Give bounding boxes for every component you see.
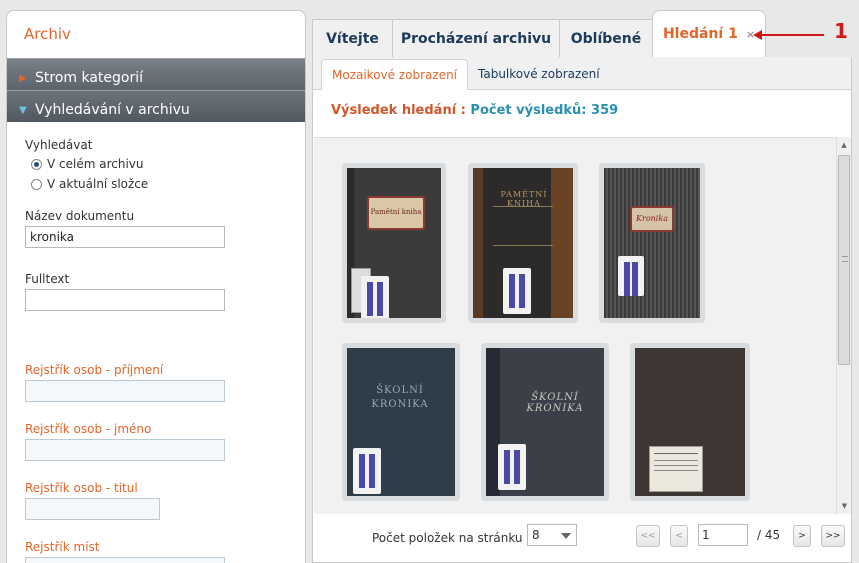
shelf-sticker — [503, 268, 531, 314]
scroll-up-icon[interactable]: ▲ — [837, 137, 851, 153]
accordion-label: Vyhledávání v archivu — [35, 102, 190, 118]
tab-label: Procházení archivu — [400, 30, 552, 47]
thumbnail-gallery: Pamětní kniha PAMĚTNÍ KNIHA Kronika ŠKOL… — [314, 137, 838, 514]
annotation-arrow-line — [758, 34, 824, 36]
search-result-summary: Výsledek hledání : Počet výsledků: 359 — [313, 90, 851, 135]
accordion-category-tree[interactable]: ▶ Strom kategorií — [7, 58, 305, 90]
tab-search-1[interactable]: Hledání 1 × — [652, 10, 766, 57]
tab-content: Mozaikové zobrazení Tabulkové zobrazení … — [312, 57, 852, 563]
radio-unselected[interactable] — [31, 178, 42, 190]
result-thumbnail[interactable]: ŠKOLNÍ KRONIKA — [481, 343, 609, 501]
radio-selected[interactable] — [31, 158, 42, 170]
firstname-input[interactable] — [25, 439, 225, 461]
result-thumbnail[interactable]: PAMĚTNÍ KNIHA — [468, 163, 578, 323]
shelf-sticker — [618, 256, 644, 296]
app-root: Archiv ▶ Strom kategorií ▼ Vyhledávání v… — [0, 0, 859, 563]
result-thumbnail[interactable]: Kronika — [599, 163, 705, 323]
cover-label-text: Pamětní kniha — [370, 208, 422, 216]
right-panel: Vítejte Procházení archivu Oblíbené Hled… — [312, 10, 859, 563]
book-cover-image: Pamětní kniha — [347, 168, 441, 318]
gallery-scrollbar[interactable]: ▲ ▼ — [836, 137, 851, 514]
places-input[interactable] — [25, 557, 225, 563]
places-label: Rejstřík míst — [25, 540, 100, 554]
view-switcher: Mozaikové zobrazení Tabulkové zobrazení — [313, 57, 851, 90]
fulltext-label: Fulltext — [25, 272, 70, 286]
annotation-number: 1 — [834, 19, 848, 43]
tab-table-view[interactable]: Tabulkové zobrazení — [468, 59, 610, 89]
cover-label: Pamětní kniha — [367, 196, 425, 230]
first-page-button[interactable]: << — [636, 525, 660, 547]
cover-label: Kronika — [630, 206, 674, 232]
pagination: Počet položek na stránku 8 << < 1 / 45 >… — [313, 519, 853, 559]
scope-label: Vyhledávat — [25, 138, 93, 152]
page-total: / 45 — [757, 528, 781, 542]
chevron-right-icon: ▶ — [19, 72, 27, 84]
cover-label-text: Kronika — [636, 214, 668, 223]
scope-option-current-folder[interactable]: V aktuální složce — [25, 174, 305, 194]
book-cover-image: PAMĚTNÍ KNIHA — [473, 168, 573, 318]
firstname-label: Rejstřík osob - jméno — [25, 422, 152, 436]
annotation-arrow-head — [753, 30, 762, 40]
tab-browse-archive[interactable]: Procházení archivu — [392, 19, 560, 57]
result-thumbnail[interactable] — [630, 343, 750, 501]
scope-option-whole-archive[interactable]: V celém archivu — [25, 154, 305, 174]
last-page-button[interactable]: >> — [821, 525, 845, 547]
accordion-archive-search[interactable]: ▼ Vyhledávání v archivu — [7, 90, 305, 122]
page-number-input[interactable]: 1 — [698, 524, 748, 546]
result-prefix: Výsledek hledání : — [331, 103, 466, 118]
tab-mosaic-view[interactable]: Mozaikové zobrazení — [321, 59, 469, 90]
surname-label: Rejstřík osob - příjmení — [25, 363, 164, 377]
per-page-label: Počet položek na stránku — [372, 531, 523, 545]
result-thumbnail[interactable]: Pamětní kniha — [342, 163, 446, 323]
accordion-label: Strom kategorií — [35, 70, 144, 86]
per-page-select[interactable]: 8 — [527, 524, 577, 546]
archive-label-paper — [649, 446, 703, 492]
cover-ornament — [493, 206, 553, 246]
left-panel: Archiv ▶ Strom kategorií ▼ Vyhledávání v… — [6, 10, 306, 563]
radio-label: V aktuální složce — [47, 177, 149, 191]
tab-label: Oblíbené — [570, 30, 642, 47]
search-form: Vyhledávat V celém archivu V aktuální sl… — [7, 122, 305, 563]
doc-name-input[interactable]: kronika — [25, 226, 225, 248]
result-thumbnail[interactable]: ŠKOLNÍ KRONIKA — [342, 343, 460, 501]
tab-label: Vítejte — [326, 30, 379, 47]
title-label: Rejstřík osob - titul — [25, 481, 138, 495]
cover-gold-text: ŠKOLNÍ KRONIKA — [371, 385, 429, 410]
scroll-thumb[interactable] — [838, 155, 850, 365]
shelf-sticker — [353, 448, 381, 494]
book-cover-image: ŠKOLNÍ KRONIKA — [486, 348, 604, 496]
shelf-sticker — [498, 444, 526, 490]
cover-gold-text: ŠKOLNÍ KRONIKA — [526, 392, 584, 414]
book-cover-image: ŠKOLNÍ KRONIKA — [347, 348, 455, 496]
next-page-button[interactable]: > — [793, 525, 811, 547]
panel-title: Archiv — [24, 25, 71, 43]
tab-welcome[interactable]: Vítejte — [312, 19, 393, 57]
per-page-value: 8 — [532, 528, 540, 542]
book-cover-image — [635, 348, 745, 496]
fulltext-input[interactable] — [25, 289, 225, 311]
chevron-down-icon: ▼ — [19, 104, 27, 116]
doc-name-label: Název dokumentu — [25, 209, 135, 223]
scroll-down-icon[interactable]: ▼ — [837, 498, 852, 514]
result-count: Počet výsledků: 359 — [470, 103, 619, 118]
shelf-sticker — [361, 276, 389, 318]
grip-icon — [842, 256, 848, 262]
radio-label: V celém archivu — [47, 157, 144, 171]
tab-favorites[interactable]: Oblíbené — [559, 19, 653, 57]
prev-page-button[interactable]: < — [670, 525, 688, 547]
book-cover-image: Kronika — [604, 168, 700, 318]
tab-label: Hledání 1 — [662, 26, 738, 42]
title-input[interactable] — [25, 498, 160, 520]
chevron-down-icon — [561, 533, 571, 539]
surname-input[interactable] — [25, 380, 225, 402]
